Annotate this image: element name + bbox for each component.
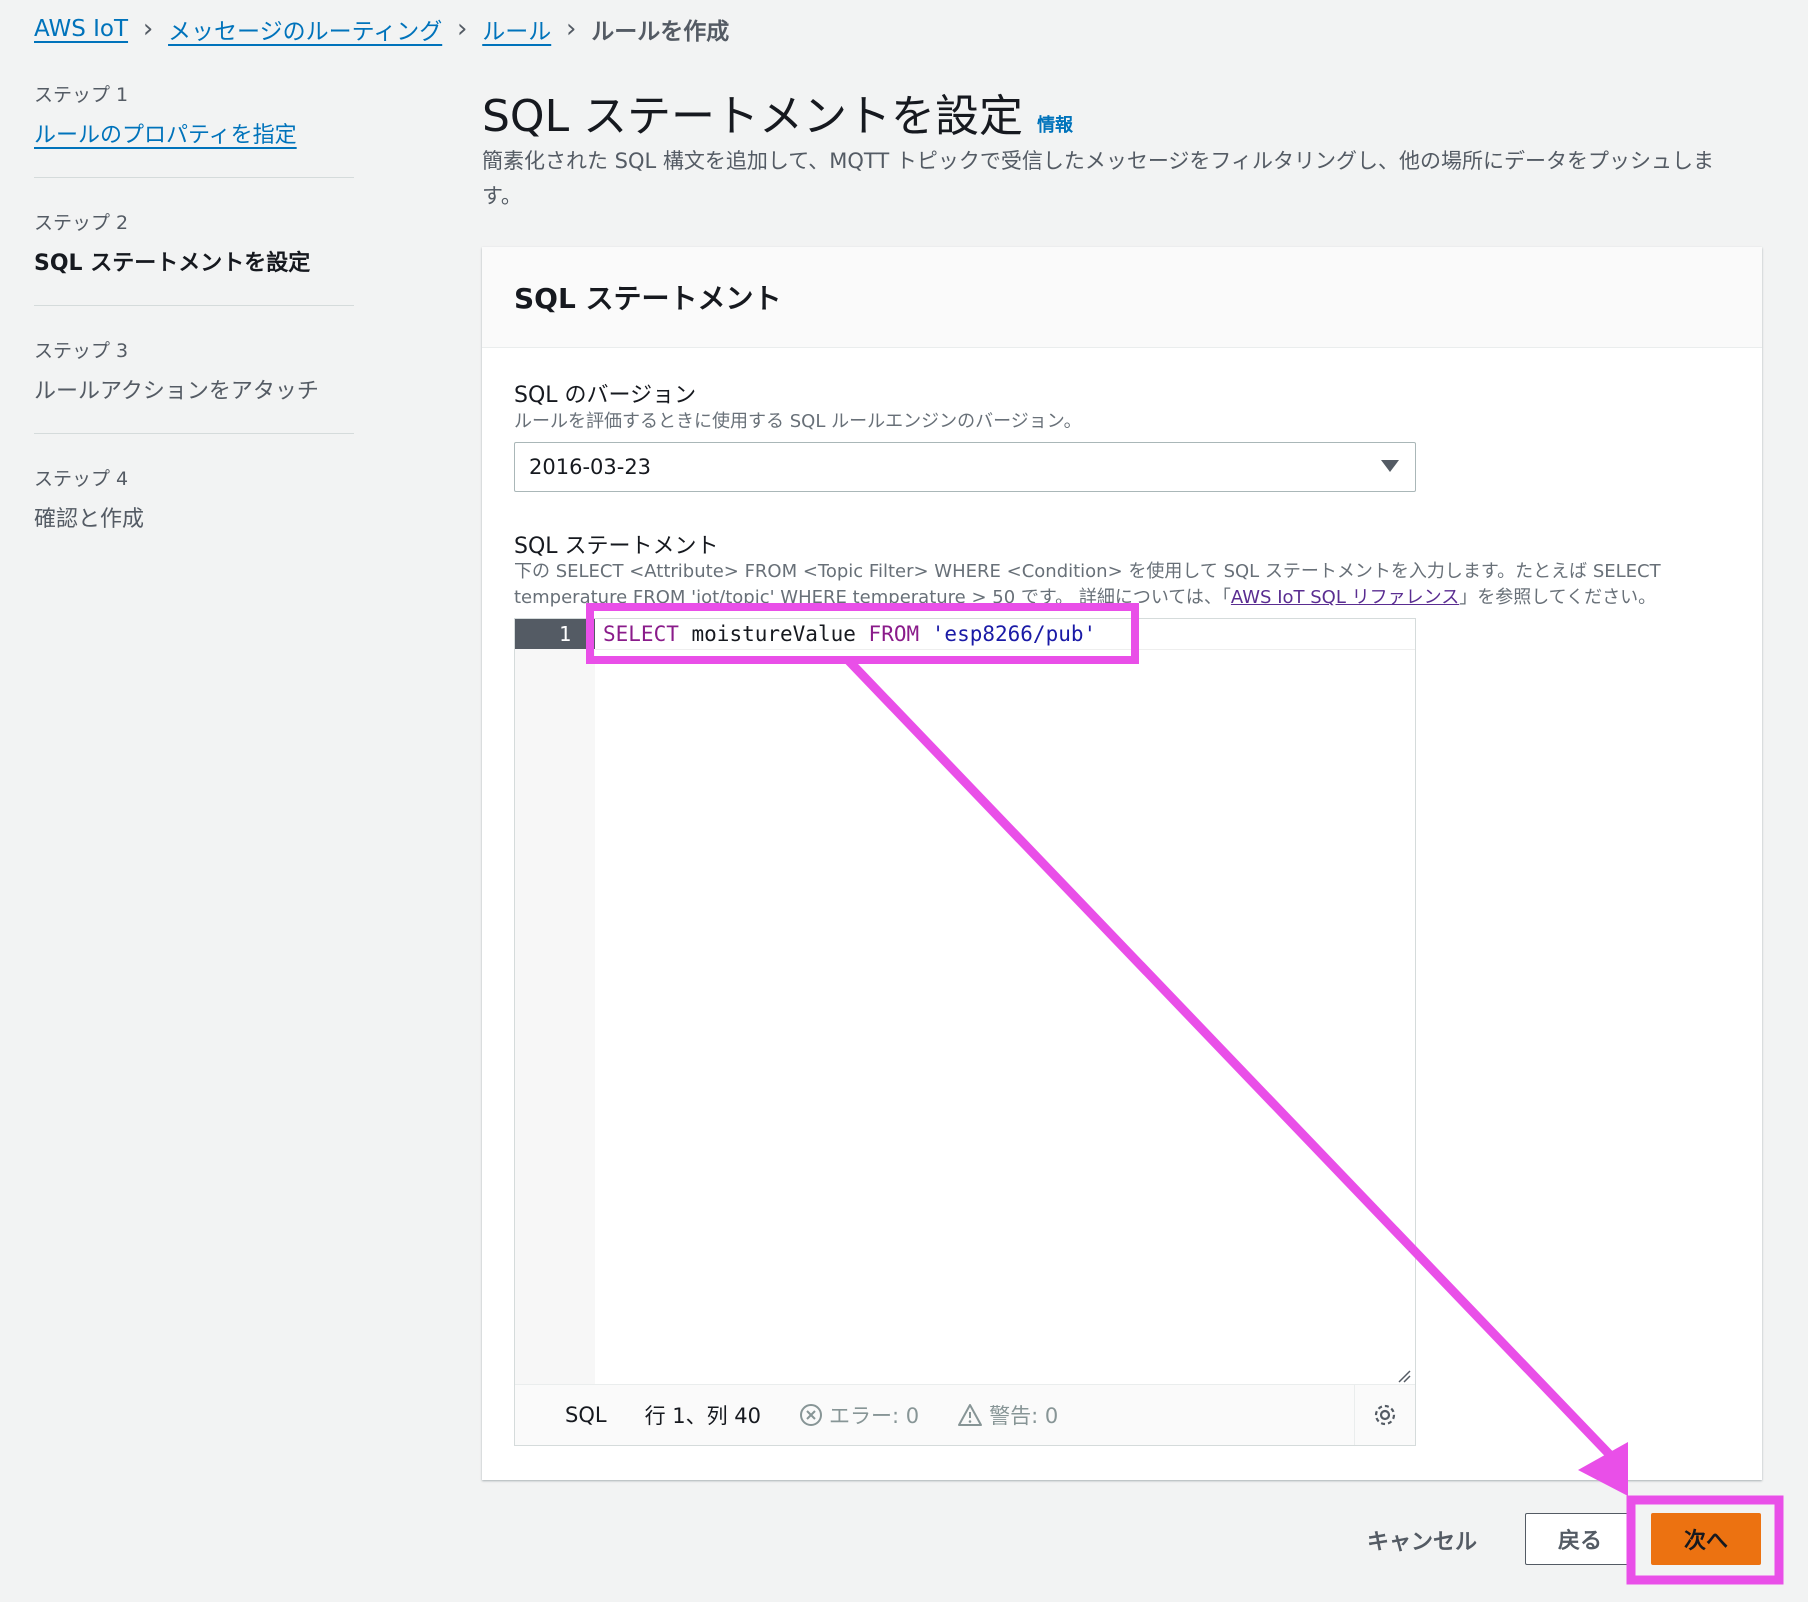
- code-line[interactable]: SELECT moistureValue FROM 'esp8266/pub': [603, 619, 1096, 649]
- error-count-text: エラー: 0: [829, 1404, 920, 1428]
- step-1: ステップ 1 ルールのプロパティを指定: [34, 80, 354, 178]
- editor-gutter: [515, 619, 595, 1387]
- gear-icon: [1374, 1404, 1396, 1426]
- page-title-text: SQL ステートメントを設定: [482, 91, 1024, 142]
- step-4: ステップ 4 確認と作成: [34, 464, 354, 561]
- breadcrumb: AWS IoT › メッセージのルーティング › ルール › ルールを作成: [34, 12, 729, 46]
- cancel-button[interactable]: キャンセル: [1352, 1516, 1492, 1564]
- chevron-right-icon: ›: [142, 14, 154, 44]
- sql-version-value: 2016-03-23: [529, 455, 652, 479]
- sql-version-label: SQL のバージョン: [514, 383, 697, 408]
- sql-editor[interactable]: 1 SELECT moistureValue FROM 'esp8266/pub…: [514, 618, 1416, 1446]
- page-title: SQL ステートメントを設定 情報: [482, 80, 1073, 144]
- breadcrumb-message-routing[interactable]: メッセージのルーティング: [168, 12, 442, 46]
- step-2-title: SQL ステートメントを設定: [34, 251, 311, 276]
- step-1-link[interactable]: ルールのプロパティを指定: [34, 123, 297, 148]
- step-4-title: 確認と作成: [34, 507, 145, 532]
- error-circle-icon: [800, 1404, 822, 1426]
- page-description: 簡素化された SQL 構文を追加して、MQTT トピックで受信したメッセージをフ…: [482, 149, 1714, 208]
- info-link[interactable]: 情報: [1037, 111, 1073, 137]
- line-number: 1: [515, 619, 595, 649]
- caret-down-icon: [1381, 460, 1399, 472]
- sql-reference-link[interactable]: AWS IoT SQL リファレンス: [1231, 587, 1459, 608]
- editor-status-bar: SQL 行 1、列 40 エラー: 0 警告: 0: [515, 1384, 1415, 1445]
- warning-count[interactable]: 警告: 0: [957, 1400, 1058, 1430]
- step-2: ステップ 2 SQL ステートメントを設定: [34, 208, 354, 306]
- chevron-right-icon: ›: [566, 14, 577, 44]
- sql-statement-description: 下の SELECT <Attribute> FROM <Topic Filter…: [514, 559, 1714, 611]
- sql-version-select[interactable]: 2016-03-23: [514, 442, 1416, 492]
- warning-count-text: 警告: 0: [989, 1404, 1059, 1428]
- sql-statement-panel: SQL ステートメント SQL のバージョン ルールを評価するときに使用する S…: [482, 247, 1762, 1480]
- back-button[interactable]: 戻る: [1525, 1513, 1635, 1565]
- cursor-position: 行 1、列 40: [644, 1404, 761, 1428]
- breadcrumb-rules[interactable]: ルール: [482, 12, 551, 46]
- step-3-title: ルールアクションをアタッチ: [34, 379, 319, 404]
- warning-triangle-icon: [958, 1404, 983, 1426]
- wizard-steps: ステップ 1 ルールのプロパティを指定 ステップ 2 SQL ステートメントを設…: [34, 80, 354, 591]
- breadcrumb-aws-iot[interactable]: AWS IoT: [34, 16, 128, 42]
- panel-header: SQL ステートメント: [482, 247, 1762, 348]
- sql-keyword-from: FROM: [868, 622, 920, 646]
- sql-field: moistureValue: [691, 622, 856, 646]
- panel-title: SQL ステートメント: [514, 282, 782, 315]
- sql-statement-label: SQL ステートメント: [514, 534, 719, 559]
- description-text-end: 」を参照してください。: [1459, 587, 1657, 608]
- sql-keyword-select: SELECT: [603, 622, 679, 646]
- step-number: ステップ 2: [34, 212, 129, 234]
- next-button[interactable]: 次へ: [1651, 1513, 1761, 1565]
- editor-language: SQL: [565, 1403, 607, 1427]
- error-count[interactable]: エラー: 0: [799, 1400, 919, 1430]
- step-number: ステップ 1: [34, 84, 129, 106]
- step-3: ステップ 3 ルールアクションをアタッチ: [34, 336, 354, 434]
- sql-version-description: ルールを評価するときに使用する SQL ルールエンジンのバージョン。: [514, 411, 1082, 432]
- editor-settings-button[interactable]: [1354, 1385, 1415, 1445]
- step-number: ステップ 4: [34, 468, 129, 490]
- resize-handle-icon[interactable]: [1395, 1367, 1411, 1383]
- chevron-right-icon: ›: [457, 14, 468, 44]
- breadcrumb-current: ルールを作成: [591, 19, 730, 45]
- sql-topic-string: 'esp8266/pub': [931, 622, 1097, 646]
- step-number: ステップ 3: [34, 340, 129, 362]
